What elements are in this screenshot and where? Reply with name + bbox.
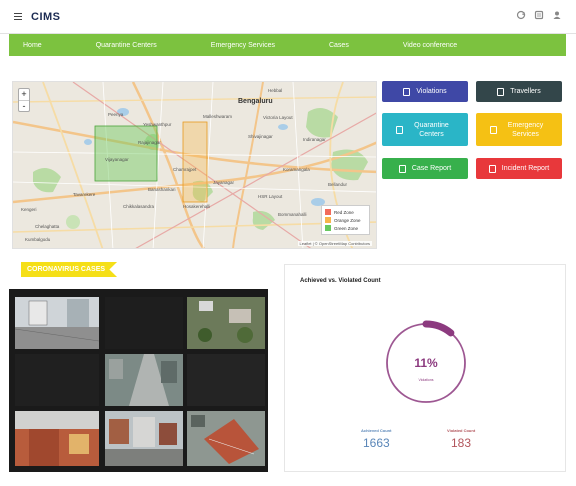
map-place: Peenya bbox=[108, 112, 124, 117]
refresh-icon[interactable] bbox=[516, 10, 526, 20]
map-place: Rajajinagar bbox=[138, 140, 161, 145]
phone-icon bbox=[403, 87, 411, 96]
case-report-label: Case Report bbox=[411, 165, 452, 172]
top-header: CIMS bbox=[0, 0, 576, 34]
cctv-feed bbox=[187, 297, 265, 349]
map-place: Chelaghatta bbox=[35, 224, 60, 229]
incident-report-label: Incident Report bbox=[501, 165, 550, 172]
cctv-feeds bbox=[9, 289, 268, 472]
violations-button[interactable]: Violations bbox=[382, 81, 468, 102]
map-place: Vijayanagar bbox=[105, 157, 129, 162]
app-brand: CIMS bbox=[31, 11, 61, 23]
cctv-feed bbox=[105, 354, 183, 406]
map-place: Malleshwaram bbox=[203, 114, 233, 119]
ambulance-icon bbox=[489, 125, 497, 134]
cctv-feed bbox=[105, 297, 183, 349]
map-place: Hebbal bbox=[268, 88, 283, 93]
legend-swatch bbox=[325, 217, 331, 223]
nav-cases[interactable]: Cases bbox=[329, 42, 349, 49]
emergency-services-button[interactable]: Emergency Services bbox=[476, 113, 562, 146]
cctv-feed bbox=[15, 354, 99, 406]
zoom-out-button[interactable]: - bbox=[19, 100, 29, 111]
map-place: Shivajinagar bbox=[248, 134, 273, 139]
violation-stats-card: Achieved vs. Violated Count 11% Violatio… bbox=[284, 264, 566, 472]
nav-home[interactable]: Home bbox=[23, 42, 42, 49]
legend-swatch bbox=[325, 225, 331, 231]
case-report-button[interactable]: Case Report bbox=[382, 158, 468, 179]
legend-label: Red Zone bbox=[334, 209, 354, 215]
map-city-label: Bengaluru bbox=[238, 98, 273, 105]
map-place: Chamrajpet bbox=[173, 167, 197, 172]
legend-label: Green Zone bbox=[334, 225, 359, 231]
legend-green-zone: Green Zone bbox=[325, 224, 366, 232]
gauge-progress-arc bbox=[422, 320, 455, 337]
legend-orange-zone: Orange Zone bbox=[325, 216, 366, 224]
quarantine-centers-label: Quarantine Centers bbox=[414, 121, 449, 138]
map-place: Indiranagar bbox=[303, 137, 326, 142]
violation-percent-caption: Violations bbox=[418, 378, 434, 382]
menu-icon[interactable] bbox=[14, 13, 22, 20]
cctv-feed bbox=[187, 411, 265, 466]
violations-label: Violations bbox=[416, 88, 447, 95]
cctv-feed bbox=[187, 354, 265, 406]
violated-count-label: Violated Count bbox=[447, 428, 476, 433]
nav-emergency-services[interactable]: Emergency Services bbox=[211, 42, 275, 49]
legend-label: Orange Zone bbox=[334, 217, 361, 223]
map-attribution[interactable]: Leaflet | © OpenStreetMap Contributors bbox=[297, 241, 372, 246]
zone-legend: Red Zone Orange Zone Green Zone bbox=[321, 205, 370, 235]
map-place: Tavarekere bbox=[73, 192, 96, 197]
nav-quarantine-centers[interactable]: Quarantine Centers bbox=[96, 42, 157, 49]
zone-map[interactable]: + - Bengaluru Peenya Yeshwanthpur Hebbal… bbox=[12, 81, 377, 249]
stats-title: Achieved vs. Violated Count bbox=[300, 278, 381, 284]
zoom-control: + - bbox=[18, 88, 30, 112]
map-place: Kengeri bbox=[21, 207, 37, 212]
map-place: Kumbalgodu bbox=[25, 237, 51, 242]
cctv-feed bbox=[105, 411, 183, 466]
zoom-in-button[interactable]: + bbox=[19, 89, 29, 100]
passport-icon bbox=[497, 87, 505, 96]
map-place: Victoria Layout bbox=[263, 115, 293, 120]
nav-video-conference[interactable]: Video conference bbox=[403, 42, 457, 49]
cases-header: CORONAVIRUS CASES bbox=[9, 259, 279, 281]
alert-icon bbox=[488, 164, 496, 173]
map-place: Bellandur bbox=[328, 182, 348, 187]
map-place: Koramangala bbox=[283, 167, 310, 172]
map-place: Jayanagar bbox=[213, 180, 235, 185]
violation-percent: 11% bbox=[414, 356, 438, 370]
map-place: HSR Layout bbox=[258, 194, 283, 199]
cctv-feed bbox=[15, 411, 99, 466]
user-icon[interactable] bbox=[552, 10, 562, 20]
map-place: Chikkalasandra bbox=[123, 204, 155, 209]
building-icon bbox=[395, 125, 403, 134]
incident-report-button[interactable]: Incident Report bbox=[476, 158, 562, 179]
cctv-video-wall[interactable] bbox=[9, 289, 268, 472]
map-place: Banashankari bbox=[148, 187, 176, 192]
legend-red-zone: Red Zone bbox=[325, 208, 366, 216]
cases-heading: CORONAVIRUS CASES bbox=[21, 262, 118, 277]
main-nav: Home Quarantine Centers Emergency Servic… bbox=[9, 34, 566, 56]
map-place: Bommanahalli bbox=[278, 212, 307, 217]
travellers-button[interactable]: Travellers bbox=[476, 81, 562, 102]
violated-count-value: 183 bbox=[451, 436, 472, 450]
cctv-feed bbox=[14, 297, 100, 349]
notification-icon[interactable] bbox=[534, 10, 544, 20]
header-icons bbox=[516, 10, 562, 20]
achieved-count-value: 1663 bbox=[363, 436, 390, 450]
report-icon bbox=[398, 164, 406, 173]
travellers-label: Travellers bbox=[510, 88, 541, 95]
quarantine-centers-button[interactable]: Quarantine Centers bbox=[382, 113, 468, 146]
achieved-count-label: Achieved Count bbox=[361, 428, 392, 433]
map-place: Yeshwanthpur bbox=[143, 122, 172, 127]
map-place: Hosakerehalli bbox=[183, 204, 211, 209]
emergency-services-label: Emergency Services bbox=[507, 121, 544, 138]
legend-swatch bbox=[325, 209, 331, 215]
